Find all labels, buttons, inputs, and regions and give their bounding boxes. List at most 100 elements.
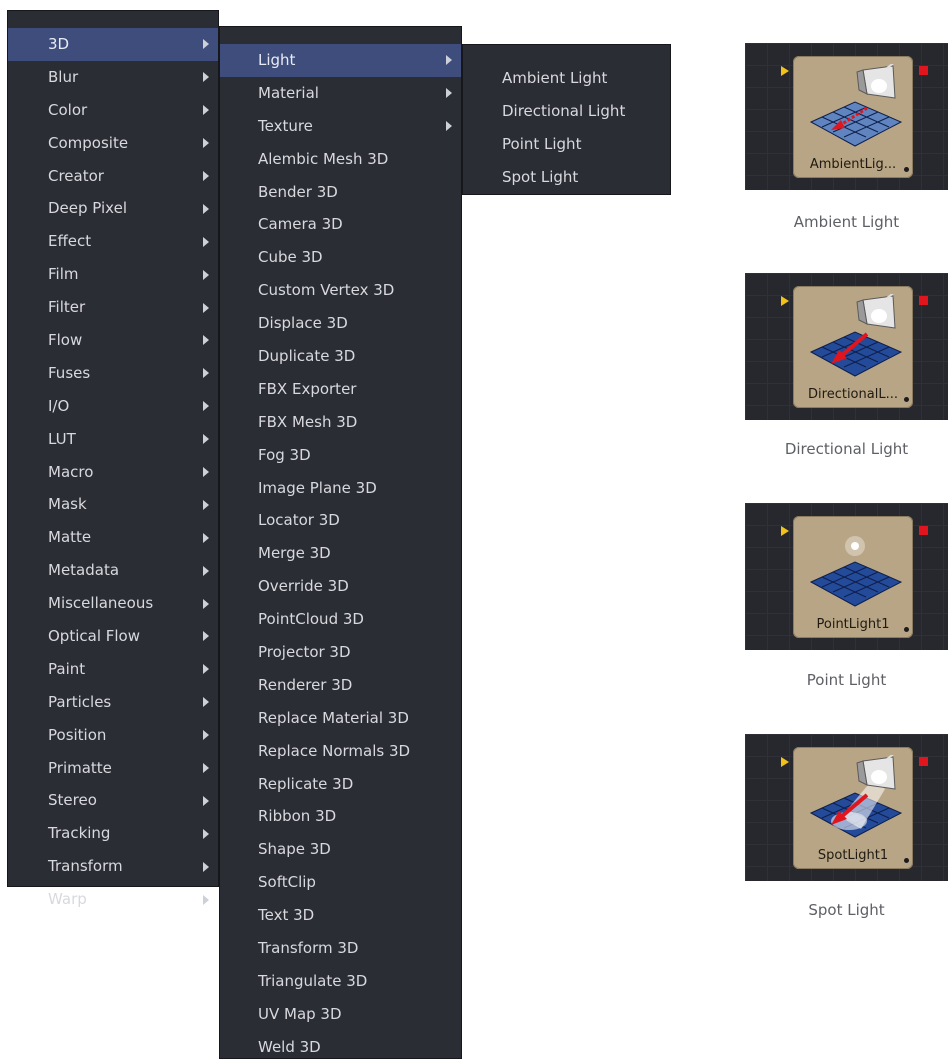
menu-item-color[interactable]: Color (8, 94, 218, 127)
output-square-icon[interactable] (919, 66, 928, 75)
input-triangle-icon[interactable] (781, 296, 789, 306)
menu-item-locator-3d[interactable]: Locator 3D (220, 504, 461, 537)
menu-item-film[interactable]: Film (8, 258, 218, 291)
input-triangle-icon[interactable] (781, 66, 789, 76)
menu-item-light[interactable]: Light (220, 44, 461, 77)
menu-item-fbx-mesh-3d[interactable]: FBX Mesh 3D (220, 406, 461, 439)
menu-item-image-plane-3d[interactable]: Image Plane 3D (220, 472, 461, 505)
menu-item-custom-vertex-3d[interactable]: Custom Vertex 3D (220, 274, 461, 307)
point-light-icon (801, 524, 905, 614)
menu-item-optical-flow[interactable]: Optical Flow (8, 620, 218, 653)
output-square-icon[interactable] (919, 296, 928, 305)
menu-item-3d[interactable]: 3D (8, 28, 218, 61)
menu-item-label: Macro (48, 462, 94, 481)
menu-item-replace-normals-3d[interactable]: Replace Normals 3D (220, 735, 461, 768)
menu-item-point-light[interactable]: Point Light (463, 128, 670, 161)
menu-item-transform-3d[interactable]: Transform 3D (220, 932, 461, 965)
menu-item-label: Ribbon 3D (258, 807, 337, 826)
spot-light-icon (801, 746, 905, 845)
menu-item-paint[interactable]: Paint (8, 653, 218, 686)
menu-item-renderer-3d[interactable]: Renderer 3D (220, 669, 461, 702)
menu-item-uv-map-3d[interactable]: UV Map 3D (220, 998, 461, 1031)
menu-item-label: Mask (48, 495, 87, 514)
input-triangle-icon[interactable] (781, 757, 789, 767)
menu-item-tracking[interactable]: Tracking (8, 817, 218, 850)
menu-item-fbx-exporter[interactable]: FBX Exporter (220, 373, 461, 406)
menu-item-displace-3d[interactable]: Displace 3D (220, 307, 461, 340)
submenu-arrow-icon (203, 368, 209, 379)
node-tile[interactable]: PointLight1 (793, 516, 913, 638)
menu-item-spot-light[interactable]: Spot Light (463, 161, 670, 194)
node-tile[interactable]: DirectionalL... (793, 285, 913, 408)
menu-item-camera-3d[interactable]: Camera 3D (220, 208, 461, 241)
menu-item-alembic-mesh-3d[interactable]: Alembic Mesh 3D (220, 143, 461, 176)
menu-item-shape-3d[interactable]: Shape 3D (220, 833, 461, 866)
menu-item-effect[interactable]: Effect (8, 225, 218, 258)
node-tile[interactable]: AmbientLig... (793, 55, 913, 178)
menu-item-label: Custom Vertex 3D (258, 281, 395, 300)
menu-item-fuses[interactable]: Fuses (8, 357, 218, 390)
menu-item-primatte[interactable]: Primatte (8, 752, 218, 785)
menu-item-lut[interactable]: LUT (8, 423, 218, 456)
menu-item-label: FBX Exporter (258, 379, 357, 398)
submenu-arrow-icon (203, 697, 209, 708)
menu-item-duplicate-3d[interactable]: Duplicate 3D (220, 340, 461, 373)
menu-item-directional-light[interactable]: Directional Light (463, 95, 670, 128)
menu-item-composite[interactable]: Composite (8, 127, 218, 160)
menu-item-deep-pixel[interactable]: Deep Pixel (8, 192, 218, 225)
menu-item-i-o[interactable]: I/O (8, 390, 218, 423)
menu-item-macro[interactable]: Macro (8, 456, 218, 489)
menu-item-material[interactable]: Material (220, 77, 461, 110)
submenu-arrow-icon (203, 499, 209, 510)
menu-item-label: Warp (48, 890, 87, 909)
menu-item-transform[interactable]: Transform (8, 850, 218, 883)
menu-item-label: Primatte (48, 758, 112, 777)
menu-item-stereo[interactable]: Stereo (8, 784, 218, 817)
menu-item-bender-3d[interactable]: Bender 3D (220, 176, 461, 209)
menu-item-flow[interactable]: Flow (8, 324, 218, 357)
menu-item-matte[interactable]: Matte (8, 521, 218, 554)
menu-item-label: UV Map 3D (258, 1004, 342, 1023)
menu-item-label: Texture (258, 116, 313, 135)
menu-item-particles[interactable]: Particles (8, 686, 218, 719)
input-triangle-icon[interactable] (781, 526, 789, 536)
menu-item-texture[interactable]: Texture (220, 110, 461, 143)
menu-item-label: Projector 3D (258, 643, 351, 662)
menu-item-cube-3d[interactable]: Cube 3D (220, 241, 461, 274)
menu-item-replicate-3d[interactable]: Replicate 3D (220, 768, 461, 801)
menu-item-filter[interactable]: Filter (8, 291, 218, 324)
menu-item-label: Override 3D (258, 577, 349, 596)
menu-item-label: Triangulate 3D (258, 971, 368, 990)
menu-item-label: Shape 3D (258, 840, 331, 859)
menu-item-metadata[interactable]: Metadata (8, 554, 218, 587)
menu-item-mask[interactable]: Mask (8, 488, 218, 521)
menu-item-softclip[interactable]: SoftClip (220, 866, 461, 899)
output-square-icon[interactable] (919, 757, 928, 766)
menu-item-triangulate-3d[interactable]: Triangulate 3D (220, 965, 461, 998)
menu-item-label: Directional Light (502, 101, 626, 120)
menu-item-label: Paint (48, 659, 86, 678)
menu-item-blur[interactable]: Blur (8, 61, 218, 94)
tools-menu: 3D Blur Color Composite Creator Deep Pixel Eff… (7, 10, 219, 908)
menu-item-fog-3d[interactable]: Fog 3D (220, 439, 461, 472)
menu-item-merge-3d[interactable]: Merge 3D (220, 537, 461, 570)
menu-item-label: Merge 3D (258, 544, 331, 563)
menu-item-label: Material (258, 83, 319, 102)
menu-item-projector-3d[interactable]: Projector 3D (220, 636, 461, 669)
menu-item-ambient-light[interactable]: Ambient Light (463, 62, 670, 95)
menu-item-ribbon-3d[interactable]: Ribbon 3D (220, 800, 461, 833)
menu-item-override-3d[interactable]: Override 3D (220, 570, 461, 603)
menu-item-text-3d[interactable]: Text 3D (220, 899, 461, 932)
node-label: PointLight1 (816, 617, 890, 632)
menu-item-replace-material-3d[interactable]: Replace Material 3D (220, 702, 461, 735)
menu-item-label: Color (48, 100, 88, 119)
submenu-arrow-icon (203, 302, 209, 313)
menu-item-warp[interactable]: Warp (8, 883, 218, 916)
menu-item-creator[interactable]: Creator (8, 160, 218, 193)
menu-item-label: Position (48, 725, 107, 744)
node-tile[interactable]: SpotLight1 (793, 746, 913, 869)
output-square-icon[interactable] (919, 526, 928, 535)
menu-item-position[interactable]: Position (8, 719, 218, 752)
menu-item-miscellaneous[interactable]: Miscellaneous (8, 587, 218, 620)
menu-item-pointcloud-3d[interactable]: PointCloud 3D (220, 603, 461, 636)
